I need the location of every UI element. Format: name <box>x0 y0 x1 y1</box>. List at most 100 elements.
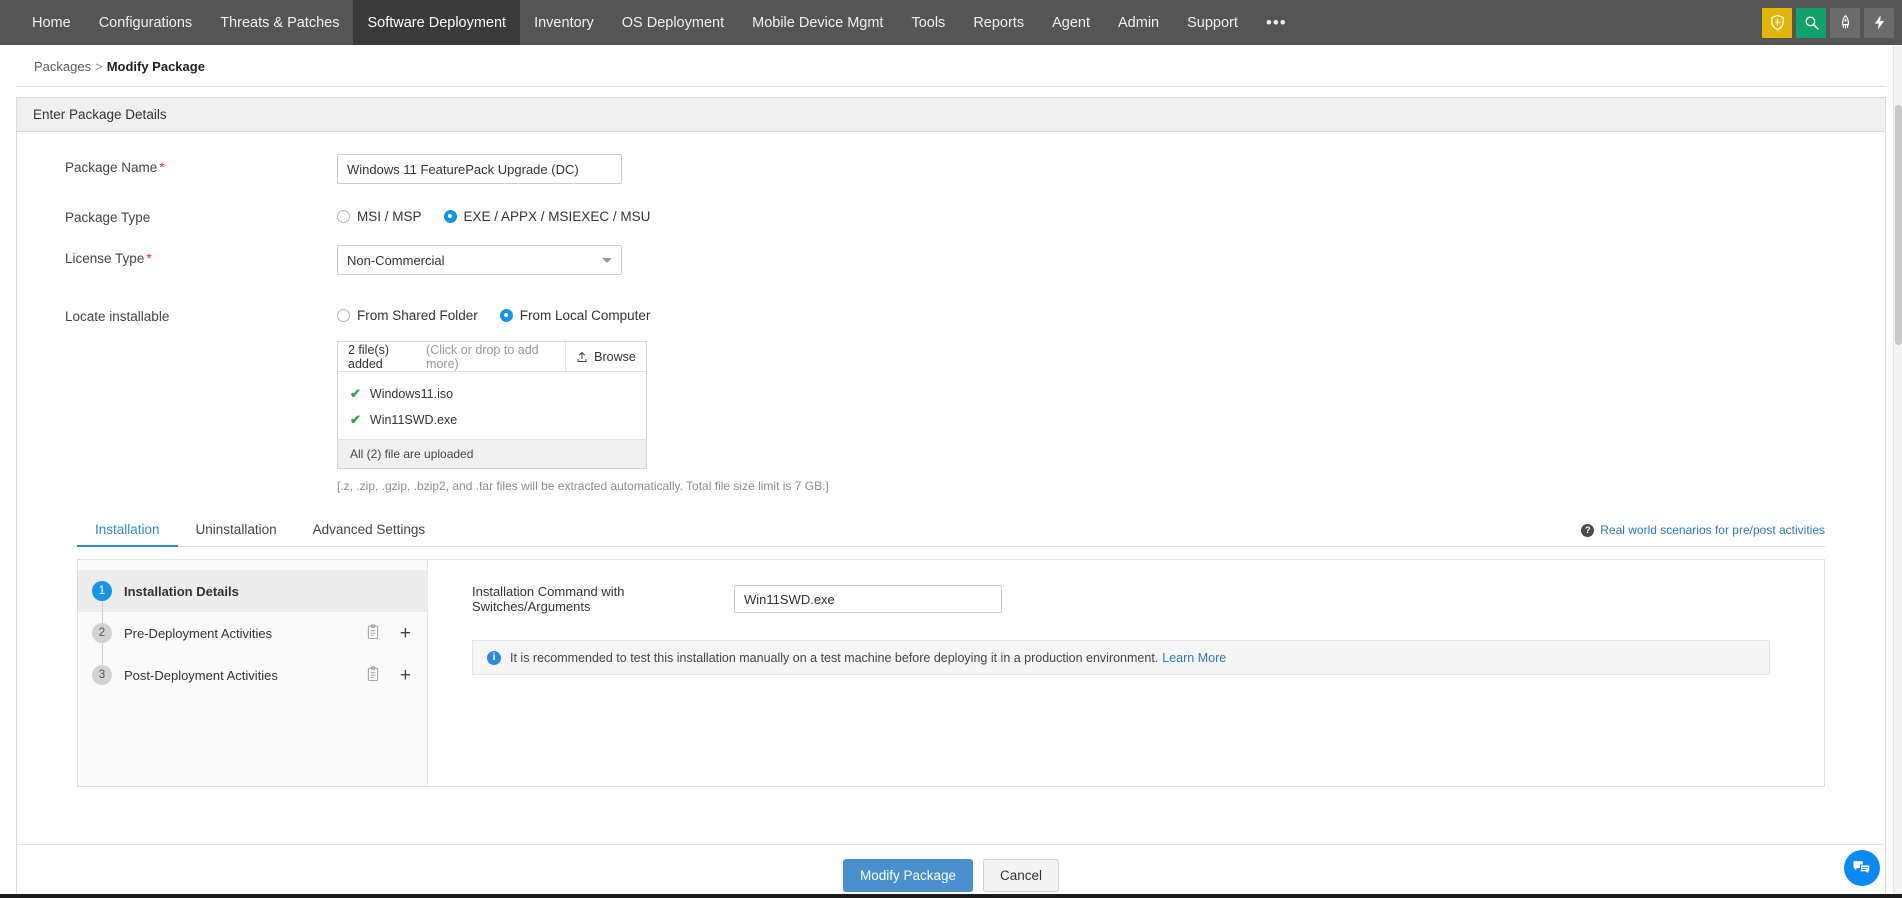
cancel-button[interactable]: Cancel <box>983 859 1060 892</box>
nav-item-label: OS Deployment <box>621 14 725 31</box>
nav-more-label: ••• <box>1265 12 1287 32</box>
tab-installation[interactable]: Installation <box>77 513 178 547</box>
scrollbar-thumb[interactable] <box>1895 105 1902 345</box>
file-drop-hint: (Click or drop to add more) <box>426 342 539 371</box>
radio-label: From Local Computer <box>519 308 651 323</box>
upload-icon <box>577 351 587 362</box>
nav-item-threats-and-patches[interactable]: Threats & Patches <box>206 0 353 45</box>
field-row-package-type: Package Type MSI / MSP EXE / APPX / MSIE… <box>17 204 1885 225</box>
rocket-icon[interactable] <box>1830 7 1860 38</box>
nav-item-label: Support <box>1187 14 1238 31</box>
nav-item-software-deployment[interactable]: Software Deployment <box>353 0 521 45</box>
clipboard-icon[interactable] <box>366 624 380 643</box>
add-activity-icon[interactable]: + <box>400 624 411 643</box>
step-action-group: + <box>366 666 411 685</box>
file-name: Win11SWD.exe <box>369 413 458 427</box>
field-row-locate-installable: Locate installable From Shared Folder Fr… <box>17 303 1885 493</box>
step-number-badge: 2 <box>92 623 112 643</box>
step-pre-deployment-activities[interactable]: 2 Pre-Deployment Activities + <box>78 612 427 654</box>
browse-button[interactable]: Browse <box>566 342 646 371</box>
nav-item-more[interactable]: ••• <box>1252 0 1301 45</box>
search-icon[interactable] <box>1796 7 1826 38</box>
field-row-package-name: Package Name * <box>17 154 1885 184</box>
modify-package-button[interactable]: Modify Package <box>842 859 974 892</box>
step-installation-details[interactable]: 1 Installation Details <box>78 570 427 612</box>
bolt-icon[interactable] <box>1864 7 1894 38</box>
settings-tab-bar: Installation Uninstallation Advanced Set… <box>77 513 1825 547</box>
top-navigation-bar: Home Configurations Threats & Patches So… <box>0 0 1902 45</box>
nav-item-agent[interactable]: Agent <box>1038 0 1104 45</box>
file-upload-area: 2 file(s) added (Click or drop to add mo… <box>337 341 647 469</box>
package-name-input[interactable] <box>337 154 622 184</box>
nav-item-label: Software Deployment <box>367 14 507 31</box>
radio-option-from-local-computer[interactable]: From Local Computer <box>499 308 651 323</box>
step-number-badge: 3 <box>92 665 112 685</box>
nav-item-os-deployment[interactable]: OS Deployment <box>608 0 738 45</box>
package-type-control: MSI / MSP EXE / APPX / MSIEXEC / MSU <box>337 204 1885 224</box>
tab-label: Uninstallation <box>195 522 277 537</box>
browse-button-label: Browse <box>594 349 636 364</box>
help-link-label: Real world scenarios for pre/post activi… <box>1600 523 1825 537</box>
learn-more-link[interactable]: Learn More <box>1162 651 1226 665</box>
breadcrumb-current: Modify Package <box>106 59 205 74</box>
package-name-label-text: Package Name <box>65 160 158 175</box>
radio-circle-icon <box>337 309 350 322</box>
uploaded-file-list: ✔ Windows11.iso ✔ Win11SWD.exe <box>338 372 646 439</box>
installation-command-input[interactable] <box>734 585 1002 613</box>
nav-item-home[interactable]: Home <box>18 0 85 45</box>
nav-item-admin[interactable]: Admin <box>1104 0 1173 45</box>
tab-label: Installation <box>95 522 160 537</box>
nav-item-reports[interactable]: Reports <box>959 0 1038 45</box>
recommendation-notice: i It is recommended to test this install… <box>472 640 1770 675</box>
file-drop-zone[interactable]: 2 file(s) added (Click or drop to add mo… <box>338 342 566 371</box>
tab-label: Advanced Settings <box>312 522 426 537</box>
nav-item-label: Agent <box>1052 14 1090 31</box>
chat-bubble-icon[interactable] <box>1844 850 1880 886</box>
license-type-select[interactable]: Non-Commercial <box>337 245 622 275</box>
clipboard-icon[interactable] <box>366 666 380 685</box>
nav-item-inventory[interactable]: Inventory <box>520 0 608 45</box>
nav-item-tools[interactable]: Tools <box>897 0 959 45</box>
form-action-bar: Modify Package Cancel <box>17 844 1885 898</box>
license-type-selected-value: Non-Commercial <box>347 252 445 268</box>
installation-command-label: Installation Command with Switches/Argum… <box>472 584 625 614</box>
radio-option-from-shared-folder[interactable]: From Shared Folder <box>337 308 478 323</box>
breadcrumb: Packages > Modify Package <box>16 45 1886 87</box>
file-count-text: 2 file(s) added <box>348 342 389 371</box>
required-asterisk: * <box>159 160 165 175</box>
radio-label: MSI / MSP <box>357 209 422 224</box>
shield-icon[interactable] <box>1762 7 1792 38</box>
file-name: Windows11.iso <box>369 387 454 401</box>
nav-item-configurations[interactable]: Configurations <box>85 0 207 45</box>
tab-advanced-settings[interactable]: Advanced Settings <box>295 513 444 547</box>
list-item: ✔ Win11SWD.exe <box>338 407 646 433</box>
nav-item-label: Configurations <box>98 14 193 31</box>
license-type-label-text: License Type <box>65 251 145 266</box>
check-icon: ✔ <box>350 412 361 427</box>
package-form: Package Name* Package Type MSI / MSP EXE… <box>17 132 1885 493</box>
locate-installable-label: Locate installable <box>65 309 170 324</box>
window-bottom-strip <box>0 894 1902 898</box>
package-type-radio-group: MSI / MSP EXE / APPX / MSIEXEC / MSU <box>337 204 1885 224</box>
radio-option-msi-msp[interactable]: MSI / MSP <box>337 209 422 224</box>
installation-details-content: Installation Command with Switches/Argum… <box>428 560 1824 786</box>
radio-circle-selected-icon <box>443 210 457 223</box>
step-action-group: + <box>366 624 411 643</box>
info-icon: i <box>487 650 501 665</box>
nav-item-support[interactable]: Support <box>1173 0 1252 45</box>
add-activity-icon[interactable]: + <box>400 666 411 685</box>
step-post-deployment-activities[interactable]: 3 Post-Deployment Activities + <box>78 654 427 696</box>
radio-option-exe-appx[interactable]: EXE / APPX / MSIEXEC / MSU <box>443 209 650 224</box>
real-world-scenarios-link[interactable]: ? Real world scenarios for pre/post acti… <box>1581 523 1825 546</box>
nav-item-mobile-device-mgmt[interactable]: Mobile Device Mgmt <box>738 0 897 45</box>
page-scrollbar[interactable] <box>1893 45 1902 898</box>
breadcrumb-separator: > <box>95 59 103 74</box>
tab-uninstallation[interactable]: Uninstallation <box>178 513 295 547</box>
check-icon: ✔ <box>350 386 361 401</box>
package-details-card: Enter Package Details Package Name* Pack… <box>16 97 1886 898</box>
nav-item-label: Mobile Device Mgmt <box>752 14 884 31</box>
breadcrumb-parent-link[interactable]: Packages <box>34 59 91 74</box>
radio-circle-selected-icon <box>499 309 513 322</box>
field-row-license-type: License Type * Non-Commercial <box>17 245 1885 275</box>
radio-circle-icon <box>337 210 350 223</box>
